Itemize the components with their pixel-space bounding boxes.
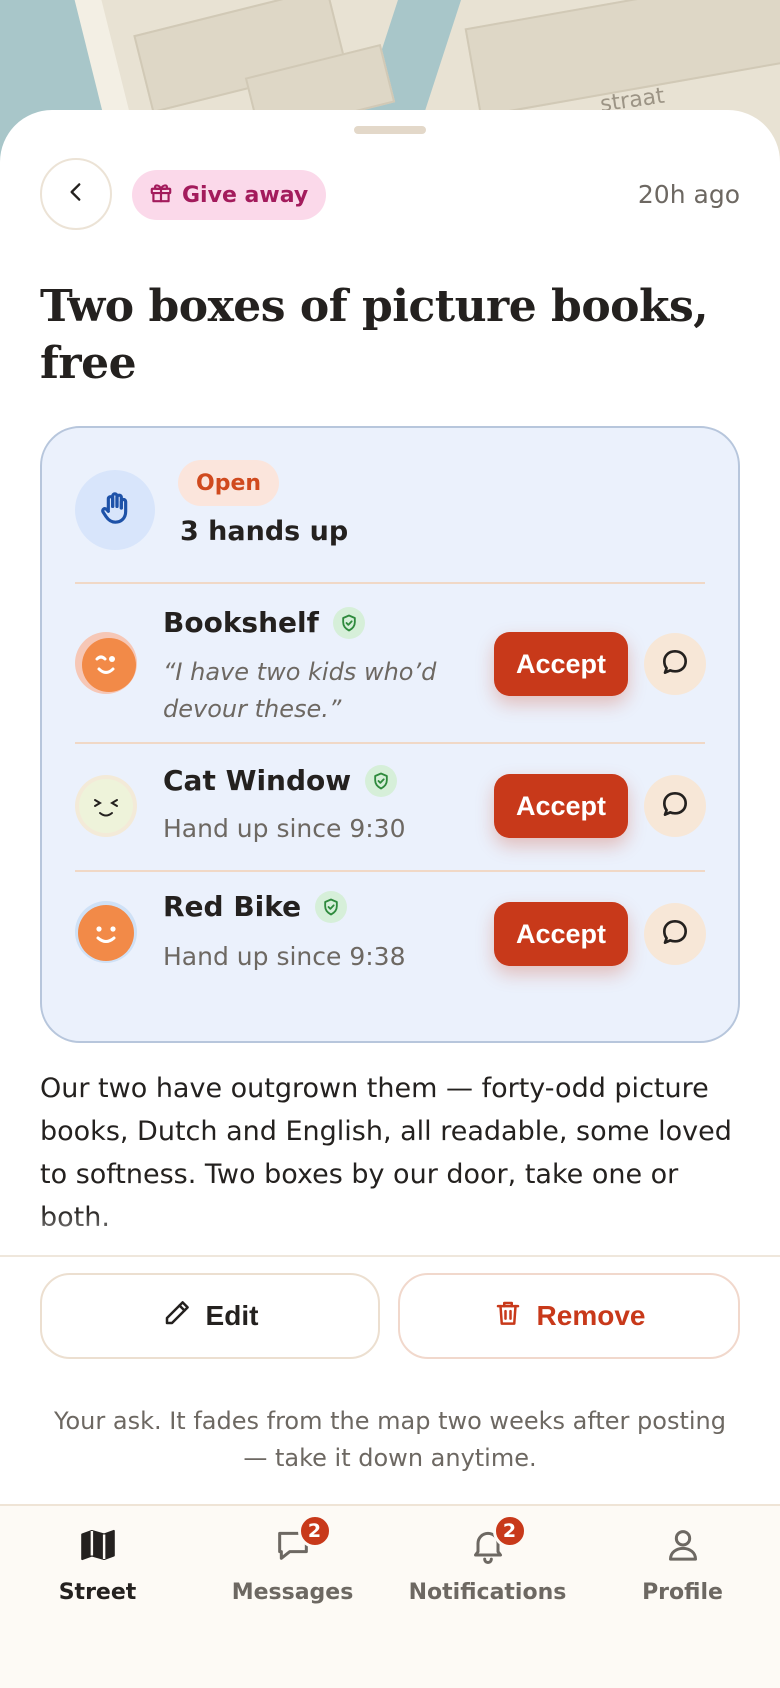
message-button[interactable]: [644, 633, 706, 695]
tab-label: Notifications: [408, 1580, 567, 1605]
post-time: 20h ago: [637, 180, 740, 209]
requester-name: Red Bike: [163, 890, 302, 923]
trash-icon: [493, 1298, 523, 1335]
raised-hand-icon: [95, 488, 135, 532]
requester-quote: “I have two kids who’d devour these.”: [163, 658, 437, 723]
accept-button[interactable]: Accept: [494, 774, 628, 838]
chat-bubble-icon: [659, 788, 691, 824]
tab-profile[interactable]: Profile: [585, 1524, 780, 1624]
category-badge: Give away: [132, 170, 327, 220]
edit-label: Edit: [205, 1300, 259, 1331]
avatar: [75, 775, 137, 837]
hand-up-time: Hand up since 9:30: [163, 814, 406, 843]
message-button[interactable]: [644, 903, 706, 965]
tab-notifications[interactable]: 2 Notifications: [390, 1514, 585, 1624]
hand-icon-circle: [75, 470, 155, 550]
verified-shield-icon: [332, 606, 365, 639]
chat-bubble-icon: [659, 916, 691, 952]
post-expiry-note: Your ask. It fades from the map two week…: [54, 1407, 726, 1472]
unread-count-badge: 2: [492, 1514, 527, 1548]
category-label: Give away: [182, 182, 309, 208]
hands-up-count: 3 hands up: [180, 516, 349, 547]
request-row: Red Bike Hand up since 9:38 Accept: [42, 870, 742, 998]
request-row: Bookshelf “I have two kids who’d devour …: [42, 582, 742, 742]
remove-button[interactable]: Remove: [398, 1273, 740, 1359]
accept-button[interactable]: Accept: [494, 632, 628, 696]
message-button[interactable]: [644, 775, 706, 837]
map-icon: [77, 1524, 119, 1570]
avatar: [75, 632, 137, 694]
request-row: Cat Window Hand up since 9:30 Accept: [42, 742, 742, 870]
divider: [0, 1255, 780, 1257]
chat-bubble-icon: [659, 646, 691, 682]
tab-label: Street: [58, 1580, 137, 1605]
accept-button[interactable]: Accept: [494, 902, 628, 966]
hands-up-panel: Open 3 hands up Bookshelf “I have two ki…: [40, 426, 740, 1043]
post-title: Two boxes of picture books, free: [40, 281, 709, 389]
unread-count-badge: 2: [297, 1514, 332, 1548]
post-detail-sheet: Give away 20h ago Two boxes of picture b…: [0, 110, 780, 1688]
tab-street[interactable]: Street: [0, 1524, 195, 1624]
chevron-left-icon: [63, 179, 89, 209]
gift-icon: [148, 179, 174, 211]
edit-button[interactable]: Edit: [40, 1273, 380, 1359]
tab-messages[interactable]: 2 Messages: [195, 1514, 390, 1624]
requester-name: Bookshelf: [163, 606, 319, 639]
tab-label: Profile: [642, 1580, 723, 1605]
verified-shield-icon: [365, 764, 398, 797]
remove-label: Remove: [536, 1300, 646, 1331]
bottom-tab-bar: Street 2 Messages 2 Notifications Profil…: [0, 1504, 780, 1688]
requester-name: Cat Window: [163, 764, 352, 797]
avatar: [75, 901, 137, 963]
status-badge: Open: [178, 460, 280, 506]
sheet-drag-handle[interactable]: [354, 126, 426, 134]
description-fade: [0, 1210, 780, 1260]
verified-shield-icon: [315, 890, 348, 923]
person-icon: [663, 1525, 703, 1569]
hand-up-time: Hand up since 9:38: [163, 942, 406, 971]
back-button[interactable]: [40, 158, 112, 230]
pencil-icon: [162, 1298, 192, 1335]
tab-label: Messages: [231, 1580, 354, 1605]
